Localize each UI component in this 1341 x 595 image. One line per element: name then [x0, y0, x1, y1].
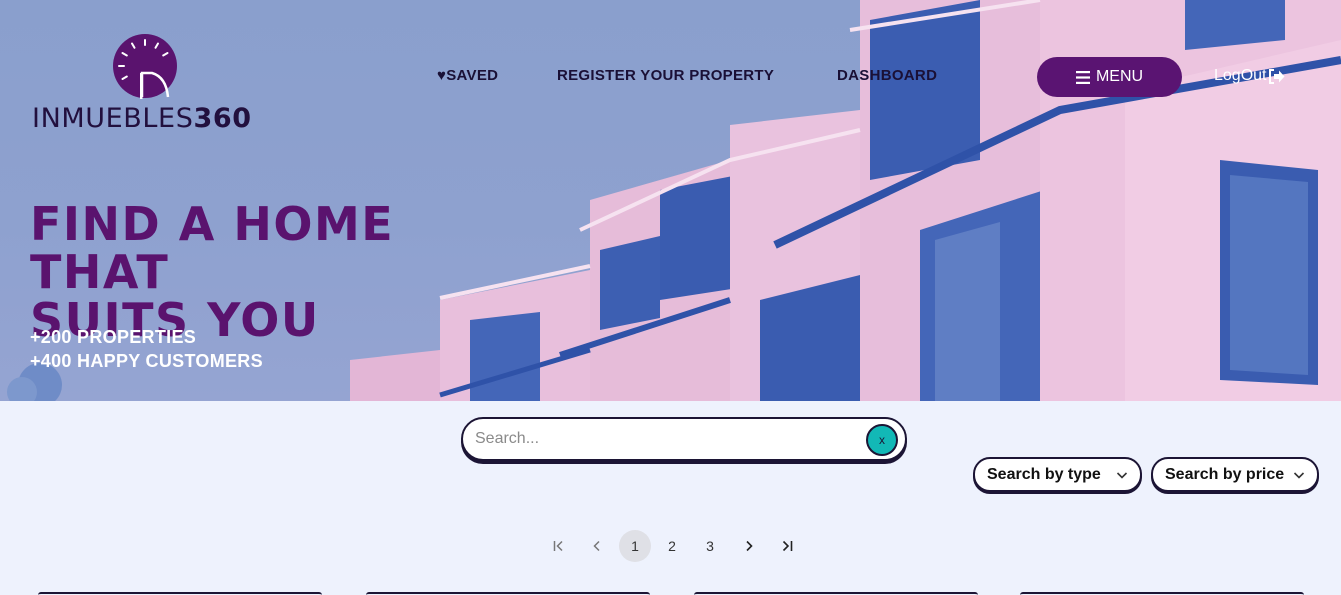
hero-headline-line1: FIND A HOME THAT — [30, 197, 395, 299]
logout-label: LogOut — [1214, 67, 1267, 84]
menu-button-label: MENU — [1095, 68, 1144, 85]
brand-logo[interactable]: INMUEBLES360 — [32, 33, 272, 134]
clear-search-button[interactable]: x — [866, 424, 898, 456]
search-by-price-dropdown[interactable]: Search by price — [1151, 457, 1319, 492]
search-input[interactable] — [475, 428, 855, 450]
page-2-button[interactable]: 2 — [656, 530, 688, 562]
logout-icon — [1269, 68, 1285, 84]
stat-properties: +200 PROPERTIES — [30, 327, 197, 347]
chevron-down-icon — [1116, 472, 1128, 479]
first-page-icon — [553, 540, 563, 552]
page-1-button[interactable]: 1 — [619, 530, 651, 562]
pagination: 1 2 3 — [540, 530, 810, 562]
brand-wordmark: INMUEBLES360 — [32, 103, 252, 134]
brand-name-light: INMUEBLES — [32, 103, 194, 134]
hero-banner: INMUEBLES360 ♥SAVED REGISTER YOUR PROPER… — [0, 0, 1341, 401]
brand-name-bold: 360 — [193, 103, 252, 134]
search-by-type-dropdown[interactable]: Search by type — [973, 457, 1142, 492]
stat-customers: +400 HAPPY CUSTOMERS — [30, 351, 263, 371]
nav-saved-link[interactable]: ♥SAVED — [437, 67, 498, 84]
prev-page-icon — [593, 540, 600, 552]
page-3-button[interactable]: 3 — [694, 530, 726, 562]
logout-link[interactable]: LogOut — [1214, 67, 1285, 85]
search-by-type-label: Search by type — [987, 465, 1101, 483]
prev-page-button[interactable] — [581, 530, 613, 562]
search-by-price-label: Search by price — [1165, 465, 1285, 483]
hero-headline: FIND A HOME THAT SUITS YOU — [30, 200, 550, 344]
clock-house-logo-icon — [113, 34, 177, 99]
first-page-button[interactable] — [543, 530, 575, 562]
hamburger-icon — [1075, 70, 1090, 84]
search-bar: x — [461, 417, 907, 461]
chevron-down-icon — [1293, 472, 1305, 479]
next-page-icon — [746, 540, 753, 552]
last-page-button[interactable] — [771, 530, 803, 562]
hero-stats: +200 PROPERTIES +400 HAPPY CUSTOMERS — [30, 325, 263, 373]
last-page-icon — [782, 540, 793, 552]
menu-button[interactable]: MENU — [1037, 57, 1182, 97]
nav-dashboard-link[interactable]: DASHBOARD — [837, 67, 937, 84]
next-page-button[interactable] — [733, 530, 765, 562]
nav-register-property-link[interactable]: REGISTER YOUR PROPERTY — [557, 67, 774, 84]
